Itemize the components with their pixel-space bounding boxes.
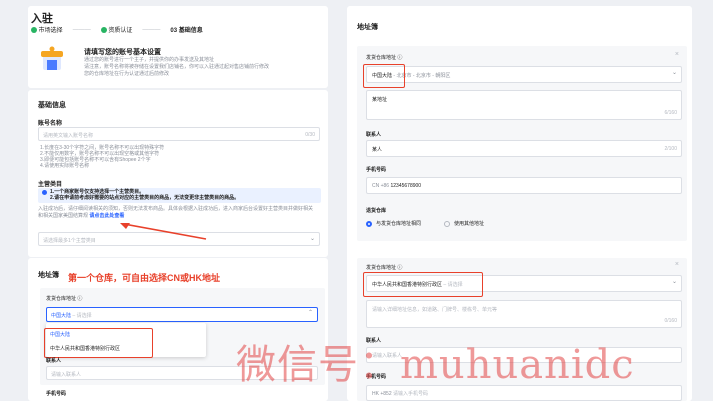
card2-address-counter: 0/160 — [664, 318, 677, 324]
account-name-input[interactable]: 请用英文输入账号名称 0/30 — [38, 127, 320, 141]
intro-title: 请填写您的账号基本设置 — [84, 49, 161, 56]
account-name-hints: 1.长度在3-30个字符之间，账号名称不可以出现特殊字符 2.不能仅用数字，账号… — [40, 145, 165, 169]
radio-selected-icon — [366, 220, 372, 227]
card1-phone-label: 手机号码 — [366, 167, 387, 173]
cn-highlight-box — [363, 64, 405, 88]
category-description: 入驻成功后，请仔细阅读相关的须知，否则无法发布商品。具体会根据入驻成功后，进入商… — [38, 206, 314, 219]
card1-region-select[interactable]: 中国大陆 - 北京市 - 北京市 - 朝阳区 ⌄ — [366, 66, 682, 83]
page-title: 入驻 — [31, 13, 53, 25]
step-1: 市场选择 — [31, 25, 63, 34]
annotation-arrow — [118, 221, 208, 241]
card2-close-icon[interactable]: × — [675, 261, 679, 268]
card1-contact-counter: 2/100 — [664, 146, 677, 152]
card2-phone-code: HK +852 — [372, 391, 392, 397]
chevron-down-icon: ⌄ — [671, 70, 677, 76]
category-help-link[interactable]: 请点击此处查看 — [89, 213, 124, 219]
stepper: 市场选择 ——— 资质认证 ——— 03 基础信息 — [31, 25, 203, 34]
card1-phone-code: CN +86 — [372, 183, 390, 189]
left-address-title: 地址簿 — [38, 272, 59, 279]
account-name-counter: 0/30 — [305, 132, 315, 138]
options-highlight-box — [44, 328, 153, 358]
card1-contact-input[interactable]: 某人 2/100 — [366, 140, 682, 157]
chevron-up-icon: ⌃ — [307, 310, 313, 316]
card2-label: 发货仓库地址 ⓘ — [366, 265, 403, 271]
header-panel: 入驻 市场选择 ——— 资质认证 ——— 03 基础信息 请填写您的账号基本设置… — [28, 6, 328, 88]
card1-address-counter: 6/160 — [664, 110, 677, 116]
main-category-label: 主营类目 — [38, 182, 63, 188]
card1-address-input[interactable]: 某地址 6/160 — [366, 90, 682, 120]
radio-unselected-icon — [444, 220, 450, 227]
left-region-select[interactable]: 中国大陆 – 请选择 ⌃ — [46, 307, 318, 322]
basic-info-panel: 基础信息 账号名称 请用英文输入账号名称 0/30 1.长度在3-30个字符之间… — [28, 90, 328, 257]
return-radio-other[interactable]: 使用其他地址 — [444, 220, 484, 227]
right-address-title: 地址簿 — [357, 24, 378, 31]
left-region-selected: 中国大陆 — [51, 313, 72, 319]
account-name-label: 账号名称 — [38, 121, 63, 127]
intro-text: 通过您的账号进行一个主子，并提供你的办事发送及其地址 请注意，账号名称将被存储在… — [84, 57, 270, 77]
category-notice: 1.一个商家账号仅支持选择一个主营类目。 2.请在申请前考虑好需要的站点对应的主… — [38, 188, 321, 203]
card1-close-icon[interactable]: × — [675, 51, 679, 58]
left-phone-label: 手机号码 — [46, 391, 67, 397]
left-warehouse-label: 发货仓库地址 ⓘ — [46, 296, 83, 302]
return-radio-same[interactable]: 与发货仓库地址相同 — [366, 220, 421, 227]
step-3: 03 基础信息 — [170, 28, 203, 34]
hk-highlight-box — [363, 272, 483, 297]
store-illustration-icon — [41, 46, 63, 72]
chevron-down-icon: ⌄ — [671, 279, 677, 285]
info-icon — [42, 190, 47, 195]
card1-contact-label: 联系人 — [366, 132, 382, 138]
card1-label: 发货仓库地址 ⓘ — [366, 55, 403, 61]
card2-address-input[interactable]: 请输入详细地址信息，如道路、门牌号、楼栋号、单元等 0/160 — [366, 300, 682, 328]
step-2: 资质认证 — [100, 25, 132, 34]
return-warehouse-label: 退货仓库 — [366, 208, 387, 214]
left-contact-label: 联系人 — [46, 358, 62, 364]
watermark-text: 微信号：muhuanidc — [236, 342, 635, 388]
basic-info-title: 基础信息 — [38, 102, 66, 109]
warehouse-annotation: 第一个仓库，可自由选择CN或HK地址 — [68, 273, 220, 283]
chevron-down-icon: ⌄ — [309, 236, 315, 242]
card1-phone-input[interactable]: CN +86 12345678900 — [366, 177, 682, 194]
